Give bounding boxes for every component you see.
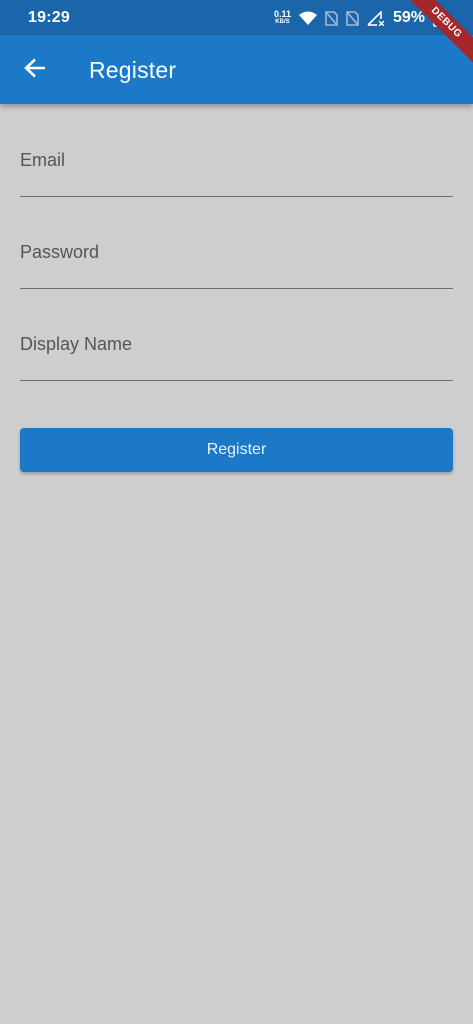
register-button-label: Register	[206, 441, 267, 458]
app-bar: Register	[0, 35, 473, 104]
network-speed-value: 0.11	[273, 9, 291, 19]
email-field[interactable]: Email	[20, 150, 453, 197]
network-speed: 0.11 KB/S	[274, 10, 291, 26]
sim-no-signal-icon	[325, 10, 338, 26]
arrow-back-icon	[24, 58, 46, 83]
sim-no-signal-icon	[346, 10, 359, 26]
wifi-icon	[298, 11, 317, 25]
status-time: 19:29	[28, 9, 70, 26]
status-icons: 0.11 KB/S 59%	[274, 6, 443, 30]
email-field-label: Email	[20, 150, 66, 170]
back-button[interactable]	[14, 49, 56, 91]
password-field[interactable]: Password	[20, 242, 453, 289]
battery-percent: 59%	[392, 9, 425, 26]
display-name-field[interactable]: Display Name	[20, 334, 453, 381]
network-speed-unit: KB/S	[275, 19, 290, 25]
page-title: Register	[89, 57, 177, 83]
password-field-label: Password	[20, 242, 100, 262]
status-bar: 19:29 0.11 KB/S 59%	[0, 0, 473, 35]
cellular-no-signal-icon	[367, 10, 385, 26]
register-button[interactable]: Register	[20, 428, 453, 472]
display-name-field-label: Display Name	[20, 334, 133, 354]
